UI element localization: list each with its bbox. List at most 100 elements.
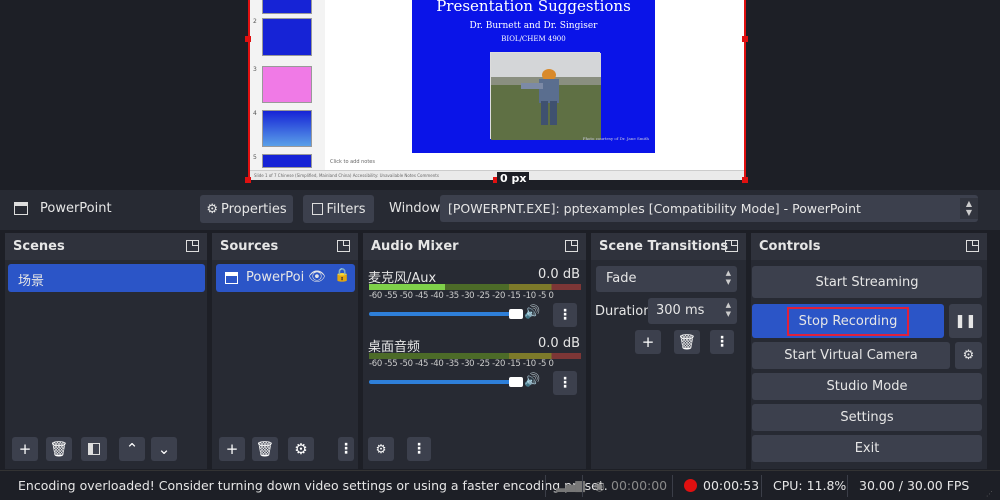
window-select[interactable]: [POWERPNT.EXE]: pptexamples [Compatibili…: [440, 195, 978, 222]
scene-item-label: 场景: [18, 274, 45, 289]
lock-icon[interactable]: 🔒: [334, 268, 350, 283]
fps-display: 30.00 / 30.00 FPS: [859, 478, 970, 493]
duration-spinbox[interactable]: 300 ms ▲ ▼: [648, 298, 737, 324]
sources-dock: Sources PowerPoi 👁 🔒 + 🗑 ⚙ ⋮: [212, 233, 358, 469]
slider-knob[interactable]: [509, 309, 523, 319]
pause-icon: ❚❚: [954, 313, 977, 329]
stop-recording-label: Stop Recording: [786, 306, 910, 336]
preview-area[interactable]: 2 3 4 5 Presentation Suggestions Dr. Bur…: [0, 0, 1000, 190]
stream-icon: ◉: [594, 478, 605, 493]
speaker-icon[interactable]: 🔊: [524, 373, 540, 388]
status-message: Encoding overloaded! Consider turning do…: [18, 478, 608, 493]
divider: [545, 475, 546, 497]
float-dock-icon[interactable]: [966, 240, 979, 252]
preview-canvas[interactable]: 2 3 4 5 Presentation Suggestions Dr. Bur…: [248, 0, 746, 180]
add-transition-button[interactable]: +: [635, 330, 661, 354]
properties-label: Properties: [220, 201, 287, 217]
transition-select[interactable]: Fade ▲ ▼: [596, 266, 737, 292]
gear-icon: ⚙: [206, 201, 218, 217]
start-streaming-button[interactable]: Start Streaming: [752, 266, 982, 298]
meter-level: [369, 284, 446, 290]
divider: [761, 475, 762, 497]
speaker-icon[interactable]: 🔊: [524, 305, 540, 320]
duration-label: Duration: [595, 304, 652, 319]
slide-title: Presentation Suggestions: [436, 0, 631, 15]
resize-handle[interactable]: [245, 36, 251, 42]
source-menu-button[interactable]: ⋮: [338, 437, 354, 461]
source-item[interactable]: PowerPoi 👁 🔒: [216, 264, 355, 292]
scene-transitions-header: Scene Transitions: [591, 233, 746, 260]
thumb-number: 3: [253, 66, 257, 73]
float-dock-icon[interactable]: [337, 240, 350, 252]
chevron-up-icon: ⌃: [125, 440, 139, 458]
move-scene-down-button[interactable]: ⌄: [151, 437, 177, 461]
eye-icon[interactable]: 👁: [308, 269, 326, 285]
remove-scene-button[interactable]: 🗑: [46, 437, 72, 461]
source-name: PowerPoint: [40, 201, 112, 216]
resize-handle[interactable]: [245, 177, 251, 183]
filters-button[interactable]: Filters: [303, 195, 374, 223]
sources-title: Sources: [220, 239, 279, 254]
scene-item[interactable]: 场景: [8, 264, 205, 292]
source-toolbar: PowerPoint ⚙ Properties Filters Window […: [0, 190, 1000, 230]
kebab-icon: ⋮: [339, 441, 353, 457]
gear-icon: ⚙: [375, 442, 387, 456]
gear-icon: ⚙: [294, 440, 308, 458]
remove-transition-button[interactable]: 🗑: [674, 330, 700, 354]
stop-recording-button[interactable]: Stop Recording: [752, 304, 944, 338]
channel-menu-button[interactable]: ⋮: [553, 303, 577, 327]
plus-icon: +: [18, 440, 32, 458]
transition-menu-button[interactable]: ⋮: [710, 330, 734, 354]
resize-grip-icon[interactable]: ⋰: [986, 490, 993, 498]
source-properties-button[interactable]: ⚙: [288, 437, 314, 461]
filter-icon: [311, 203, 323, 215]
source-item-label: PowerPoi: [246, 270, 305, 285]
spin-arrows-icon[interactable]: ▲ ▼: [726, 301, 731, 319]
remove-source-button[interactable]: 🗑: [252, 437, 278, 461]
filters-label: Filters: [326, 201, 366, 217]
sources-header: Sources: [212, 233, 358, 260]
audio-mixer-header: Audio Mixer: [363, 233, 586, 260]
resize-handle[interactable]: [742, 177, 748, 183]
float-dock-icon[interactable]: [725, 240, 738, 252]
start-virtual-camera-button[interactable]: Start Virtual Camera: [752, 342, 950, 369]
start-virtual-camera-label: Start Virtual Camera: [784, 348, 918, 363]
scene-filters-button[interactable]: [81, 437, 107, 461]
settings-button[interactable]: Settings: [752, 404, 982, 431]
kebab-icon: ⋮: [558, 375, 572, 391]
scene-transitions-title: Scene Transitions: [599, 239, 729, 254]
trash-icon: 🗑: [255, 440, 275, 458]
studio-mode-button[interactable]: Studio Mode: [752, 373, 982, 400]
slider-knob[interactable]: [509, 377, 523, 387]
resize-handle[interactable]: [742, 36, 748, 42]
float-dock-icon[interactable]: [186, 240, 199, 252]
channel-menu-button[interactable]: ⋮: [553, 371, 577, 395]
audio-menu-button[interactable]: ⋮: [407, 437, 431, 461]
meter-ticks: -60 -55 -50 -45 -40 -35 -30 -25 -20 -15 …: [369, 359, 554, 369]
duration-value: 300 ms: [656, 303, 705, 318]
add-scene-button[interactable]: +: [12, 437, 38, 461]
window-label: Window: [389, 201, 441, 216]
float-dock-icon[interactable]: [565, 240, 578, 252]
add-source-button[interactable]: +: [219, 437, 245, 461]
network-icon: ▂▄▆: [556, 477, 585, 492]
trash-icon: 🗑: [677, 333, 697, 351]
slide-thumbnail: [262, 18, 312, 56]
slide-thumbnail: [262, 0, 312, 14]
virtual-camera-settings-button[interactable]: ⚙: [955, 342, 982, 369]
slide-thumbnail: [262, 66, 312, 103]
volume-slider[interactable]: [369, 377, 523, 387]
settings-label: Settings: [840, 410, 894, 425]
move-scene-up-button[interactable]: ⌃: [119, 437, 145, 461]
exit-button[interactable]: Exit: [752, 435, 982, 462]
window-icon: [225, 272, 238, 284]
record-icon: [684, 479, 697, 492]
slide-course: BIOL/CHEM 4900: [501, 35, 566, 43]
select-arrows-icon: ▲ ▼: [960, 198, 978, 219]
pause-recording-button[interactable]: ❚❚: [949, 304, 982, 338]
volume-slider[interactable]: [369, 309, 523, 319]
transition-select-value: Fade: [606, 271, 637, 286]
properties-button[interactable]: ⚙ Properties: [200, 195, 293, 223]
gear-icon: ⚙: [962, 348, 975, 363]
audio-settings-button[interactable]: ⚙: [368, 437, 394, 461]
